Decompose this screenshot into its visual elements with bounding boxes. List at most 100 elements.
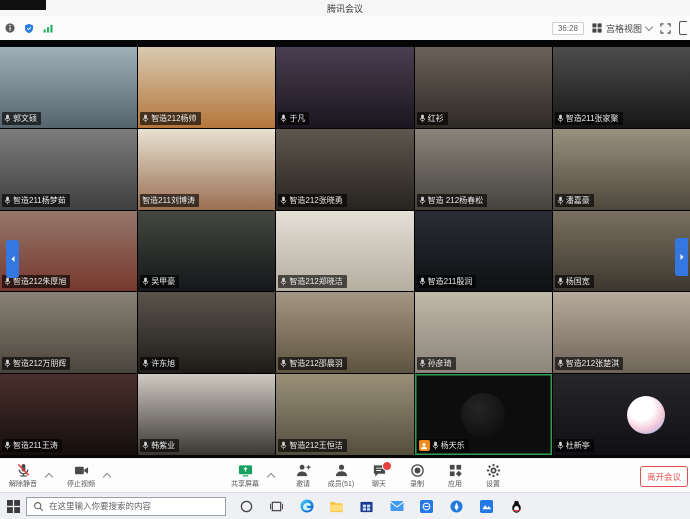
video-tile-20[interactable]: 智造212张楚淇 bbox=[553, 292, 690, 373]
video-tile-7[interactable]: 智造211刘博涛 bbox=[138, 129, 275, 210]
toolbar-unmute-button[interactable]: 解除静音 bbox=[6, 460, 40, 492]
video-tile-18[interactable]: 智造212邵晨羽 bbox=[276, 292, 413, 373]
meeting-toolbar: 解除静音 停止视频 共享屏幕邀请成员(51)聊天录制 应用 设置 离开会议 bbox=[0, 458, 690, 493]
participant-name-label: 杨国宽 bbox=[555, 275, 594, 288]
mic-icon bbox=[419, 114, 426, 123]
toolbar-record-label: 录制 bbox=[410, 479, 424, 489]
video-tile-21[interactable]: 智造211王涛 bbox=[0, 374, 137, 455]
taskbar-meeting-icon[interactable] bbox=[419, 499, 434, 514]
participant-name: 杜新亭 bbox=[566, 440, 590, 451]
toolbar-invite-button[interactable]: 邀请 bbox=[286, 460, 320, 492]
taskbar-edge-icon[interactable] bbox=[299, 499, 314, 514]
toolbar-share-screen-options-caret[interactable] bbox=[266, 460, 276, 492]
participant-name: 智造211殷润 bbox=[428, 276, 473, 287]
taskbar-folder-icon[interactable] bbox=[329, 499, 344, 514]
taskbar-taskview-icon[interactable] bbox=[269, 499, 284, 514]
participant-name-label: 智造211张家聚 bbox=[555, 112, 623, 125]
participant-name: 红衫 bbox=[428, 113, 444, 124]
previous-page-button[interactable] bbox=[6, 240, 19, 278]
toolbar-unmute-options-caret[interactable] bbox=[44, 460, 54, 492]
video-tile-4[interactable]: 红衫 bbox=[415, 47, 552, 128]
video-tile-5[interactable]: 智造211张家聚 bbox=[553, 47, 690, 128]
participant-name-label: 吴甲豪 bbox=[140, 275, 179, 288]
search-placeholder: 在这里输入你要搜索的内容 bbox=[49, 500, 151, 512]
next-page-button[interactable] bbox=[675, 238, 688, 276]
toolbar-stop-video-button[interactable]: 停止视频 bbox=[64, 460, 98, 492]
participant-name-label: 孙彦琦 bbox=[417, 357, 456, 370]
video-tile-1[interactable]: 郭文硕 bbox=[0, 47, 137, 128]
toolbar-stop-video-options-caret[interactable] bbox=[102, 460, 112, 492]
video-tile-14[interactable]: 智造211殷润 bbox=[415, 211, 552, 292]
video-tile-23[interactable]: 智造212王恒洁 bbox=[276, 374, 413, 455]
video-tile-24[interactable]: 杨天乐 bbox=[415, 374, 552, 455]
participant-name-label: 智造211殷润 bbox=[417, 275, 477, 288]
view-mode-switcher[interactable]: 宫格视图 bbox=[592, 22, 652, 35]
toolbar-apps-label: 应用 bbox=[448, 479, 462, 489]
participant-name-label: 智造211杨梦茹 bbox=[2, 194, 70, 207]
video-tile-19[interactable]: 孙彦琦 bbox=[415, 292, 552, 373]
network-signal-icon[interactable] bbox=[43, 24, 54, 33]
video-tile-2[interactable]: 智造212杨帅 bbox=[138, 47, 275, 128]
toolbar-members-button[interactable]: 成员(51) bbox=[324, 460, 358, 492]
participant-name-label: 杜新亭 bbox=[555, 439, 594, 452]
gear-icon bbox=[486, 463, 501, 478]
toolbar-record-button[interactable]: 录制 bbox=[400, 460, 434, 492]
mic-icon bbox=[280, 277, 287, 286]
fullscreen-icon[interactable] bbox=[660, 23, 671, 34]
mic-icon bbox=[280, 196, 287, 205]
invite-icon bbox=[296, 463, 311, 478]
leave-meeting-button[interactable]: 离开会议 bbox=[640, 466, 688, 487]
taskbar-mail-icon[interactable] bbox=[389, 499, 404, 514]
grid-view-icon bbox=[592, 23, 602, 33]
video-tile-17[interactable]: 许东旭 bbox=[138, 292, 275, 373]
participant-name-label: 智造211刘博涛 bbox=[140, 194, 199, 207]
video-tile-6[interactable]: 智造211杨梦茹 bbox=[0, 129, 137, 210]
mic-icon bbox=[4, 114, 11, 123]
participant-name-label: 郭文硕 bbox=[2, 112, 41, 125]
participant-name-label: 智造212王恒洁 bbox=[278, 439, 346, 452]
participant-name-label: 韩紫业 bbox=[140, 439, 179, 452]
mic-icon bbox=[557, 277, 564, 286]
mic-icon bbox=[142, 114, 149, 123]
mic-icon bbox=[557, 114, 564, 123]
video-tile-11[interactable]: 智造212朱厚旭 bbox=[0, 211, 137, 292]
start-button[interactable] bbox=[0, 493, 26, 519]
toolbar-share-screen-button[interactable]: 共享屏幕 bbox=[228, 460, 262, 492]
taskbar-compass-icon[interactable] bbox=[449, 499, 464, 514]
video-tile-22[interactable]: 韩紫业 bbox=[138, 374, 275, 455]
taskbar-store-icon[interactable] bbox=[359, 499, 374, 514]
mic-icon bbox=[280, 441, 287, 450]
mic-icon bbox=[557, 196, 564, 205]
mic-icon bbox=[280, 359, 287, 368]
mic-icon bbox=[4, 359, 11, 368]
mic-icon bbox=[432, 441, 439, 450]
participant-name: 智造212邵晨羽 bbox=[289, 358, 342, 369]
security-shield-icon[interactable] bbox=[24, 23, 34, 34]
video-tile-10[interactable]: 潘嘉豪 bbox=[553, 129, 690, 210]
active-speaker-badge bbox=[419, 440, 430, 451]
mic-icon bbox=[419, 196, 426, 205]
video-tile-12[interactable]: 吴甲豪 bbox=[138, 211, 275, 292]
video-tile-3[interactable]: 于凡 bbox=[276, 47, 413, 128]
participant-avatar bbox=[461, 393, 505, 437]
taskbar-search-input[interactable]: 在这里输入你要搜索的内容 bbox=[26, 497, 226, 516]
participant-name: 郭文硕 bbox=[13, 113, 37, 124]
video-tile-15[interactable]: 杨国宽 bbox=[553, 211, 690, 292]
taskbar-qq-icon[interactable] bbox=[509, 499, 524, 514]
participant-name-label: 智造212杨帅 bbox=[140, 112, 200, 125]
video-tile-25[interactable]: 杜新亭 bbox=[553, 374, 690, 455]
taskbar-cortana-icon[interactable] bbox=[239, 499, 254, 514]
video-tile-13[interactable]: 智造212郑晓洁 bbox=[276, 211, 413, 292]
toolbar-unmute-label: 解除静音 bbox=[9, 479, 37, 489]
toolbar-chat-button[interactable]: 聊天 bbox=[362, 460, 396, 492]
meeting-info-icon[interactable] bbox=[5, 23, 15, 33]
taskbar-docs-icon[interactable] bbox=[479, 499, 494, 514]
toolbar-left-group: 解除静音 停止视频 bbox=[6, 459, 118, 493]
video-tile-16[interactable]: 智造212万朋辉 bbox=[0, 292, 137, 373]
participant-name-label: 智造212邵晨羽 bbox=[278, 357, 346, 370]
video-tile-9[interactable]: 智造 212杨春松 bbox=[415, 129, 552, 210]
participant-name-label: 智造211王涛 bbox=[2, 439, 62, 452]
video-tile-8[interactable]: 智造212张晓勇 bbox=[276, 129, 413, 210]
toolbar-settings-button[interactable]: 设置 bbox=[476, 460, 510, 492]
toolbar-apps-button[interactable]: 应用 bbox=[438, 460, 472, 492]
